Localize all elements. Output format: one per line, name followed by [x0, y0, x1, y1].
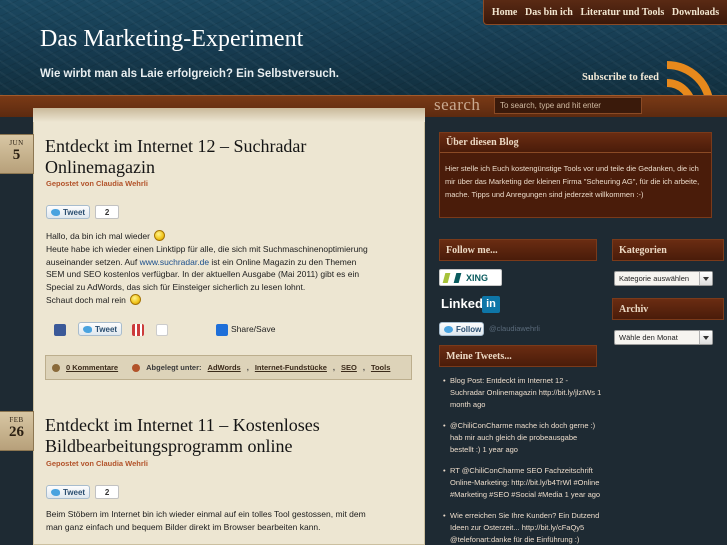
tweets-list: Blog Post: Entdeckt im Internet 12 - Suc… — [443, 375, 603, 545]
categories-select[interactable]: Kategorie auswählen — [614, 271, 713, 286]
archive-select-value: Wähle den Monat — [619, 333, 678, 342]
smiley-icon — [130, 293, 142, 305]
share-save-icon[interactable] — [216, 324, 228, 336]
tweet-button-label: Tweet — [63, 207, 86, 217]
about-blog-box: Über diesen Blog Hier stelle ich Euch ko… — [439, 132, 712, 218]
post-body: Beim Stöbern im Internet bin ich wieder … — [46, 509, 366, 532]
post-body: Hallo, da bin ich mal wieder Heute habe … — [46, 230, 376, 307]
linkedin-badge[interactable]: Linked in — [439, 295, 502, 314]
nav-downloads[interactable]: Downloads — [672, 7, 719, 18]
tweet-item[interactable]: @ChiliConCharme mache ich doch gerne :) … — [443, 420, 603, 456]
post-title[interactable]: Entdeckt im Internet 11 – Kostenloses Bi… — [45, 415, 375, 457]
share-save-label[interactable]: Share/Save — [231, 324, 275, 334]
nav-literature-tools[interactable]: Literatur und Tools — [580, 7, 664, 18]
post-date-badge: JUN 5 — [0, 134, 34, 174]
post-title[interactable]: Entdeckt im Internet 12 – Suchradar Onli… — [45, 136, 375, 178]
xing-logo-icon — [442, 273, 462, 283]
tweet-widget: Tweet 2 — [46, 205, 120, 219]
chinese-share-icon[interactable] — [132, 324, 144, 336]
twitter-follow-button[interactable]: Follow — [439, 322, 484, 336]
share-tweet-label: Tweet — [95, 324, 118, 334]
twitter-bird-icon — [444, 325, 453, 333]
comments-link[interactable]: 0 Kommentare — [66, 363, 118, 372]
linkedin-label: Linked — [441, 296, 483, 311]
follow-label: Follow — [456, 324, 482, 334]
nav-home[interactable]: Home — [492, 7, 518, 18]
post-footer: 0 Kommentare Abgelegt unter: AdWords, In… — [45, 355, 412, 380]
linkedin-in-icon: in — [482, 296, 500, 313]
post-date-badge: FEB 26 — [0, 411, 34, 451]
nav-about-me[interactable]: Das bin ich — [525, 7, 573, 18]
share-row: Tweet Share/Save — [46, 322, 376, 338]
follow-me-heading: Follow me... — [439, 239, 597, 261]
post-paragraph: Hallo, da bin ich mal wieder — [46, 230, 376, 243]
site-title[interactable]: Das Marketing-Experiment — [40, 26, 303, 53]
post-date-month: JUN — [9, 139, 24, 147]
post-date-day: 26 — [9, 424, 24, 440]
tweet-item[interactable]: Wie erreichen Sie Ihre Kunden? Ein Dutze… — [443, 510, 603, 545]
xing-label: XING — [466, 273, 489, 283]
my-tweets-heading: Meine Tweets... — [439, 345, 597, 367]
tweet-count: 2 — [95, 205, 120, 219]
post-author: Gepostet von Claudia Wehrli — [46, 459, 148, 468]
search-label: search — [434, 95, 481, 114]
post-date-month: FEB — [9, 416, 24, 424]
folder-icon — [132, 363, 141, 372]
chevron-down-icon — [699, 331, 712, 344]
subscribe-link[interactable]: Subscribe to feed — [582, 72, 659, 83]
facebook-icon[interactable] — [54, 324, 66, 336]
twitter-bird-icon — [51, 208, 60, 216]
tweet-item[interactable]: Blog Post: Entdeckt im Internet 12 - Suc… — [443, 375, 603, 411]
search-input[interactable] — [494, 97, 642, 114]
categories-select-value: Kategorie auswählen — [619, 274, 690, 283]
tweet-item[interactable]: RT @ChiliConCharme SEO Fachzeitschrift O… — [443, 465, 603, 501]
tweet-button[interactable]: Tweet — [46, 485, 91, 499]
tag-tools[interactable]: Tools — [371, 363, 390, 372]
twitter-bird-icon — [83, 325, 92, 333]
archive-heading: Archiv — [612, 298, 724, 320]
twitter-bird-icon — [51, 488, 60, 496]
post-greeting: Hallo, da bin ich mal wieder — [46, 231, 150, 241]
tag-adwords[interactable]: AdWords — [208, 363, 241, 372]
filed-under-label: Abgelegt unter: — [146, 363, 202, 372]
tweet-button[interactable]: Tweet — [46, 205, 91, 219]
tweet-widget: Tweet 2 — [46, 485, 120, 499]
xing-share-icon[interactable] — [156, 324, 168, 336]
post-author: Gepostet von Claudia Wehrli — [46, 179, 148, 188]
share-tweet-button[interactable]: Tweet — [78, 322, 123, 336]
archive-select[interactable]: Wähle den Monat — [614, 330, 713, 345]
tweet-button-label: Tweet — [63, 487, 86, 497]
smiley-icon — [154, 230, 166, 241]
comment-icon — [52, 363, 60, 372]
site-tagline: Wie wirbt man als Laie erfolgreich? Ein … — [40, 68, 339, 80]
post-closing: Schaut doch mal rein — [46, 294, 126, 305]
post-date-day: 5 — [12, 147, 21, 163]
post-paragraph: Schaut doch mal rein — [46, 293, 376, 307]
xing-badge[interactable]: XING — [439, 269, 502, 286]
categories-heading: Kategorien — [612, 239, 724, 261]
about-blog-text: Hier stelle ich Euch kostengünstige Tool… — [445, 164, 700, 199]
suchradar-link[interactable]: www.suchradar.de — [140, 257, 209, 267]
about-blog-heading: Über diesen Blog — [440, 133, 711, 153]
tag-internet-fundstuecke[interactable]: Internet-Fundstücke — [255, 363, 327, 372]
twitter-handle[interactable]: @claudiawehrli — [489, 324, 540, 333]
paper-edge — [33, 108, 425, 122]
tag-seo[interactable]: SEO — [341, 363, 357, 372]
top-navigation: Home Das bin ich Literatur und Tools Dow… — [483, 0, 727, 25]
tweet-count: 2 — [95, 485, 120, 499]
post-paragraph: Heute habe ich wieder einen Linktipp für… — [46, 243, 376, 294]
chevron-down-icon — [699, 272, 712, 285]
